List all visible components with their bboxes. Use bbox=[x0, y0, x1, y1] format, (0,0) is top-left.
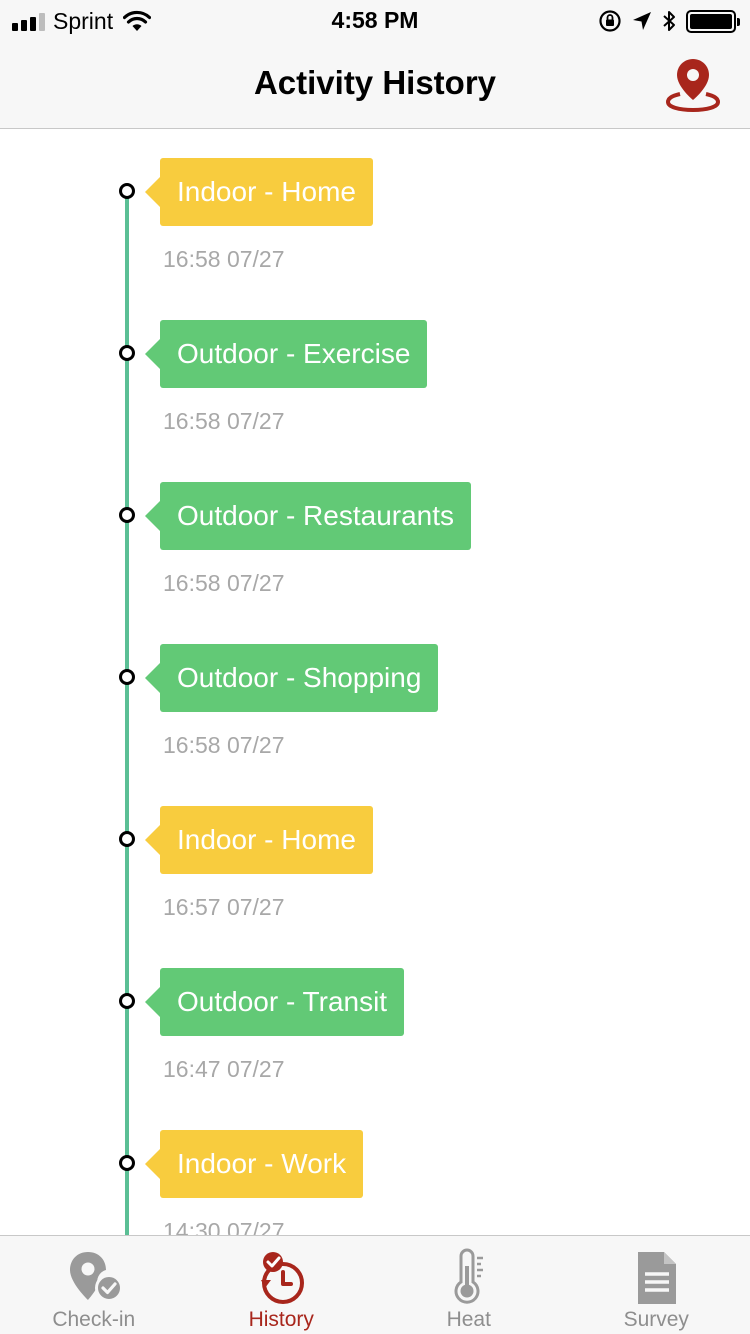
timeline-entry[interactable]: Outdoor - Restaurants 16:58 07/27 bbox=[0, 482, 750, 644]
tab-heat[interactable]: Heat bbox=[375, 1236, 563, 1334]
timeline-entry[interactable]: Outdoor - Shopping 16:58 07/27 bbox=[0, 644, 750, 806]
timeline-entry[interactable]: Indoor - Home 16:58 07/27 bbox=[0, 158, 750, 320]
timeline-entry[interactable]: Indoor - Home 16:57 07/27 bbox=[0, 806, 750, 968]
tab-check-in[interactable]: Check-in bbox=[0, 1236, 188, 1334]
activity-time: 16:58 07/27 bbox=[163, 570, 285, 596]
timeline-entry[interactable]: Indoor - Work 14:30 07/27 bbox=[0, 1130, 750, 1235]
tab-label: Check-in bbox=[52, 1308, 136, 1331]
location-arrow-icon bbox=[633, 12, 651, 30]
bluetooth-icon bbox=[663, 11, 675, 31]
status-bar: Sprint 4:58 PM bbox=[0, 0, 750, 40]
activity-tag[interactable]: Indoor - Home bbox=[145, 806, 373, 874]
activity-tag[interactable]: Outdoor - Shopping bbox=[144, 644, 439, 712]
check-in-pin-icon bbox=[69, 1252, 123, 1302]
page-title: Activity History bbox=[253, 64, 497, 101]
tab-label: History bbox=[248, 1308, 314, 1331]
orientation-lock-icon bbox=[599, 10, 621, 32]
activity-time: 16:58 07/27 bbox=[163, 732, 285, 758]
tab-history[interactable]: History bbox=[188, 1236, 376, 1334]
tab-survey[interactable]: Survey bbox=[563, 1236, 750, 1334]
tab-bar: Check-in History Heat Survey bbox=[0, 1235, 750, 1334]
timeline-dot bbox=[119, 183, 135, 199]
activity-tag[interactable]: Outdoor - Transit bbox=[144, 968, 405, 1036]
activity-time: 16:58 07/27 bbox=[163, 408, 285, 434]
activity-tag[interactable]: Indoor - Home bbox=[145, 158, 373, 226]
history-clock-icon bbox=[261, 1252, 305, 1304]
battery-icon bbox=[686, 9, 740, 33]
timeline-entry[interactable]: Outdoor - Exercise 16:58 07/27 bbox=[0, 320, 750, 482]
timeline-dot bbox=[119, 993, 135, 1009]
status-right bbox=[598, 8, 740, 34]
survey-document-icon bbox=[638, 1252, 677, 1304]
activity-tag[interactable]: Outdoor - Exercise bbox=[144, 320, 428, 388]
activity-time: 16:58 07/27 bbox=[163, 246, 285, 272]
thermometer-icon bbox=[454, 1248, 483, 1304]
tab-label: Heat bbox=[446, 1308, 491, 1331]
activity-tag[interactable]: Indoor - Work bbox=[144, 1130, 364, 1198]
activity-tag[interactable]: Outdoor - Restaurants bbox=[144, 482, 472, 550]
activity-time: 16:57 07/27 bbox=[163, 894, 285, 920]
timeline-dot bbox=[119, 507, 135, 523]
activity-timeline[interactable]: Indoor - Home 16:58 07/27 Outdoor - Exer… bbox=[0, 130, 750, 1235]
activity-time: 14:30 07/27 bbox=[163, 1218, 285, 1235]
timeline-dot bbox=[119, 1155, 135, 1171]
timeline-dot bbox=[119, 345, 135, 361]
activity-time: 16:47 07/27 bbox=[163, 1056, 285, 1082]
timeline-dot bbox=[119, 669, 135, 685]
navigation-bar: Activity History bbox=[0, 40, 750, 129]
timeline-dot bbox=[119, 831, 135, 847]
tab-label: Survey bbox=[623, 1308, 689, 1331]
map-pin-icon[interactable] bbox=[666, 56, 720, 112]
timeline-entry[interactable]: Outdoor - Transit 16:47 07/27 bbox=[0, 968, 750, 1130]
